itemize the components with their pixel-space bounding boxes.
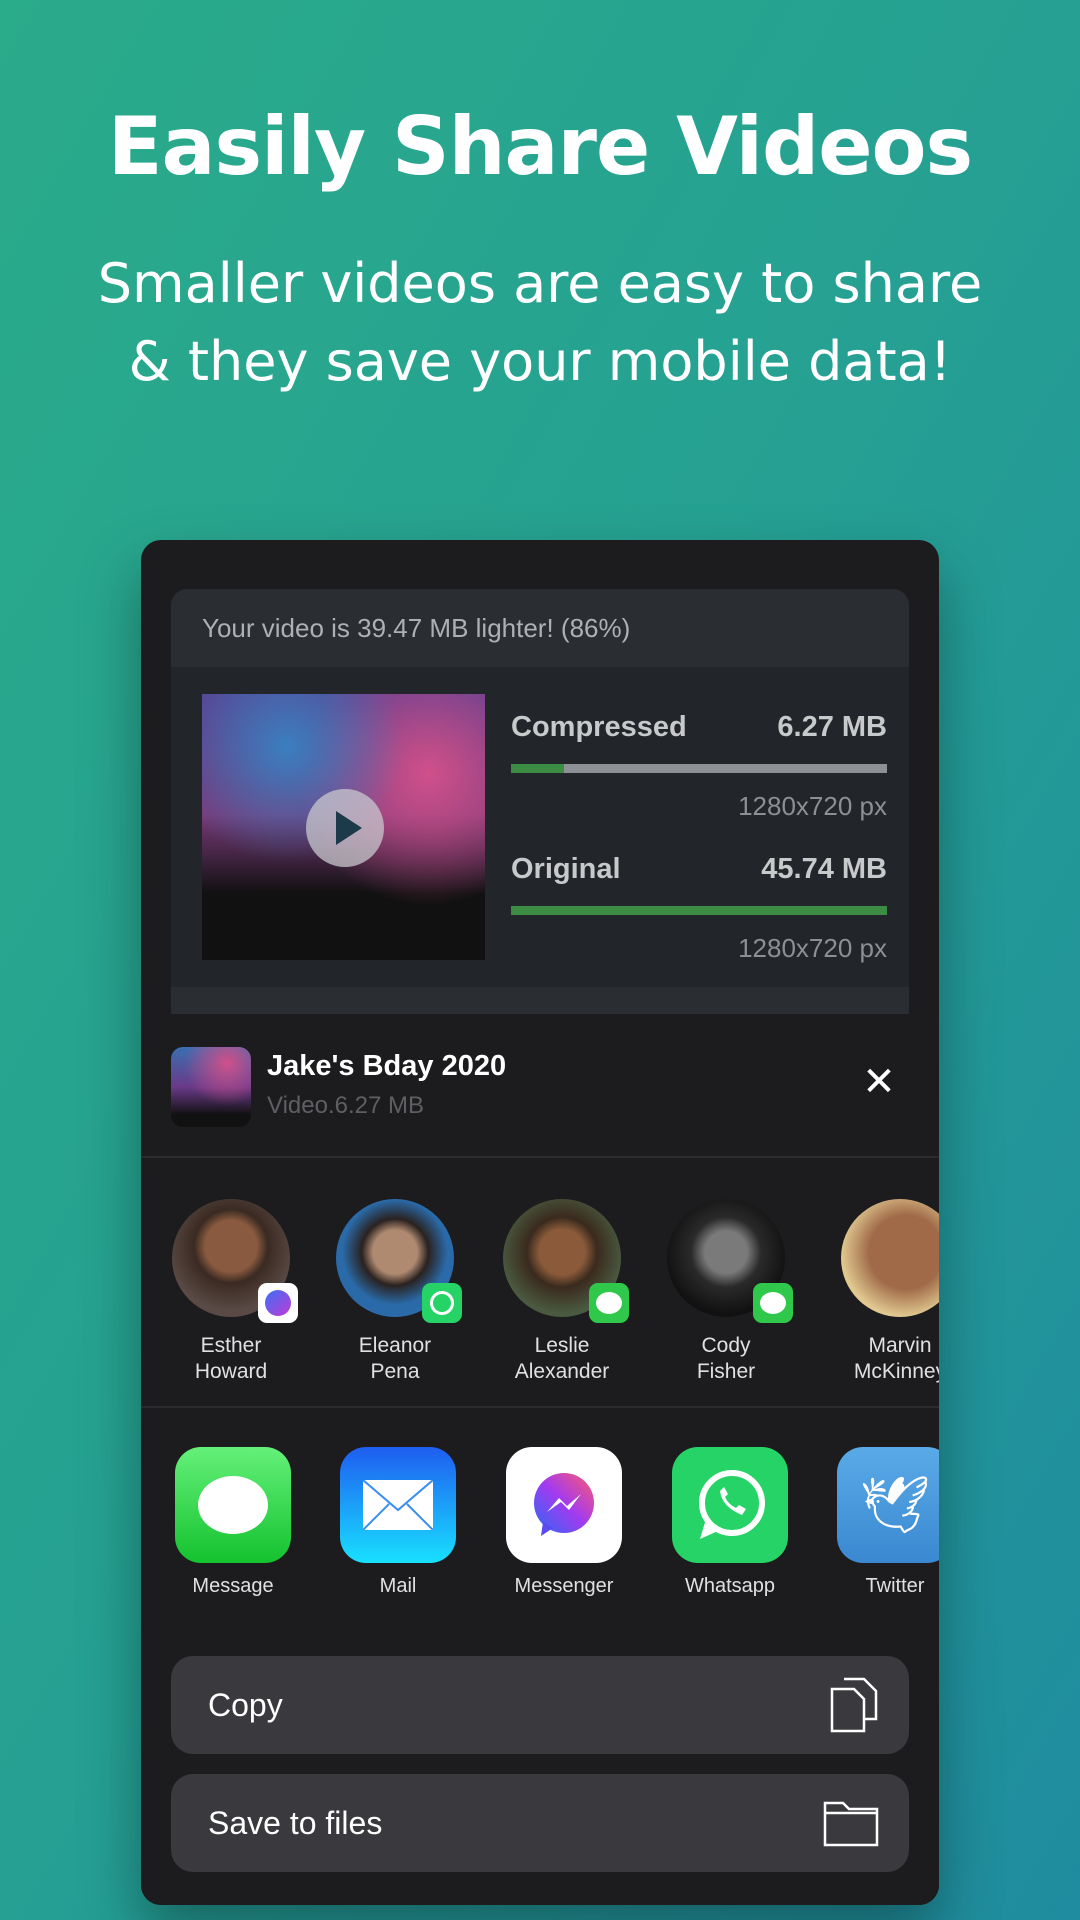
divider [141,1406,939,1408]
video-thumbnail[interactable] [202,694,485,960]
compressed-size-bar-fill [511,764,564,773]
mail-icon [340,1447,456,1563]
share-title: Jake's Bday 2020 [267,1050,507,1082]
app-mail[interactable]: Mail [323,1447,473,1598]
play-icon[interactable] [306,789,384,867]
hero-subtitle-line2: & they save your mobile data! [128,330,952,393]
whatsapp-icon [672,1447,788,1563]
app-label: Mail [379,1575,417,1597]
compressed-stat: Compressed 6.27 MB 1280x720 px [511,711,887,822]
avatar [503,1199,629,1323]
compression-result-panel: Your video is 39.47 MB lighter! (86%) Co… [171,589,909,1049]
share-thumbnail [171,1047,251,1127]
contact-name: Alexander [514,1360,610,1383]
folder-icon [823,1801,879,1847]
messenger-icon [506,1447,622,1563]
contact-name: McKinney [853,1360,939,1383]
hero-subtitle-line1: Smaller videos are easy to share [97,252,983,315]
hero-subtitle: Smaller videos are easy to share & they … [0,245,1080,401]
contact-name: Howard [194,1360,268,1383]
compressed-size-bar [511,764,887,773]
original-size-bar [511,906,887,915]
app-label: Twitter [865,1575,925,1597]
contact-name: Pena [370,1360,420,1383]
app-message[interactable]: Message [158,1447,308,1598]
close-icon[interactable]: ✕ [861,1062,897,1102]
save-to-files-label: Save to files [208,1804,383,1841]
avatar [841,1199,939,1317]
hero-title: Easily Share Videos [107,100,973,193]
app-label: Message [192,1575,274,1597]
original-resolution: 1280x720 px [738,933,887,963]
avatar [336,1199,462,1323]
copy-label: Copy [208,1686,283,1723]
share-subtitle: Video.6.27 MB [267,1092,424,1119]
save-to-files-button[interactable]: Save to files [171,1774,909,1872]
avatar [172,1199,298,1323]
contact-name: Esther [200,1334,262,1357]
divider [141,1156,939,1158]
savings-summary: Your video is 39.47 MB lighter! (86%) [171,589,909,667]
contact-name: Fisher [696,1360,756,1383]
phone-screen: Your video is 39.47 MB lighter! (86%) Co… [141,540,939,1905]
app-twitter[interactable]: 🕊 Twitter [820,1447,939,1598]
app-whatsapp[interactable]: Whatsapp [655,1447,805,1598]
app-label: Messenger [514,1575,614,1597]
contact-item[interactable]: Eleanor Pena [320,1199,470,1385]
app-messenger[interactable]: Messenger [489,1447,639,1598]
contact-name: Cody [701,1334,751,1357]
contact-item[interactable]: Marvin McKinney [825,1199,939,1385]
original-label: Original [511,853,621,885]
compressed-label: Compressed [511,711,687,743]
message-icon [753,1283,793,1323]
original-size: 45.74 MB [761,853,887,885]
message-icon [589,1283,629,1323]
contact-name: Marvin [868,1334,932,1357]
app-label: Whatsapp [684,1575,776,1597]
contact-name: Leslie [534,1334,590,1357]
message-icon [175,1447,291,1563]
compressed-resolution: 1280x720 px [738,791,887,821]
original-stat: Original 45.74 MB 1280x720 px [511,853,887,964]
share-sheet: Jake's Bday 2020 Video.6.27 MB ✕ Esther H… [141,1014,939,1905]
twitter-icon: 🕊 [837,1447,939,1563]
copy-icon [830,1677,878,1733]
contact-item[interactable]: Esther Howard [156,1199,306,1385]
contact-name: Eleanor [358,1334,432,1357]
avatar [667,1199,793,1323]
compressed-size: 6.27 MB [777,711,887,743]
whatsapp-icon [422,1283,462,1323]
copy-button[interactable]: Copy [171,1656,909,1754]
messenger-icon [258,1283,298,1323]
original-size-bar-fill [511,906,887,915]
contact-item[interactable]: Cody Fisher [651,1199,801,1385]
contact-item[interactable]: Leslie Alexander [487,1199,637,1385]
